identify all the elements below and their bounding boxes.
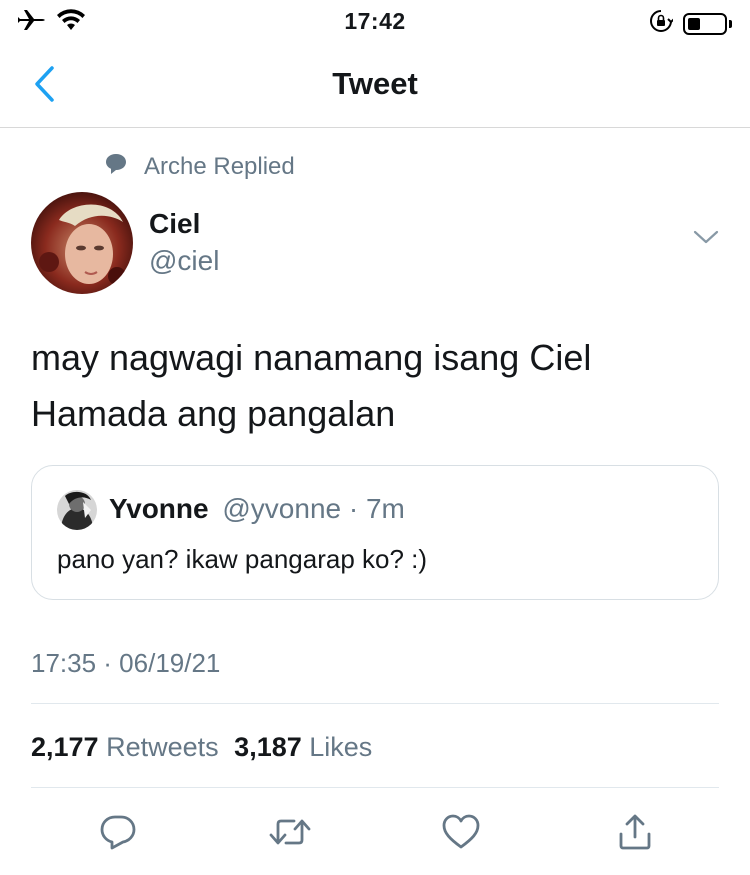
tweet-timestamp: 17:35 · 06/19/21 (31, 648, 221, 678)
tweet-text: may nagwagi nanamang isang Ciel Hamada a… (31, 330, 721, 442)
retweets-count: 2,177 (31, 732, 99, 762)
share-icon (619, 814, 651, 850)
quoted-header: Yvonne @yvonne · 7m (109, 493, 405, 525)
like-button[interactable] (439, 810, 483, 854)
author-name[interactable]: Ciel (149, 208, 200, 240)
quoted-avatar (57, 490, 97, 530)
avatar[interactable] (31, 192, 133, 294)
divider (31, 787, 719, 788)
author-handle[interactable]: @ciel (149, 245, 219, 277)
tweet-text-line: may nagwagi nanamang isang Ciel (31, 337, 592, 378)
status-bar: 17:42 (0, 0, 750, 44)
likes-stat[interactable]: 3,187 Likes (234, 732, 372, 762)
quoted-separator: · (341, 493, 366, 524)
engagement-stats: 2,177 Retweets 3,187 Likes (31, 732, 372, 763)
quoted-tweet-card[interactable]: Yvonne @yvonne · 7m pano yan? ikaw panga… (31, 465, 719, 600)
battery-icon (683, 12, 727, 35)
retweets-label: Retweets (106, 732, 219, 762)
replied-label: Arche Replied (144, 152, 295, 180)
speech-bubble-icon (104, 152, 128, 181)
status-right (649, 9, 732, 38)
share-button[interactable] (613, 810, 657, 854)
likes-count: 3,187 (234, 732, 302, 762)
divider (31, 703, 719, 704)
battery-level (688, 17, 700, 30)
quoted-author-name: Yvonne (109, 493, 209, 524)
tweet-text-line: Hamada ang pangalan (31, 393, 396, 434)
reply-button[interactable] (96, 810, 140, 854)
retweet-icon (269, 819, 311, 845)
quoted-time: 7m (365, 493, 405, 524)
likes-label: Likes (309, 732, 373, 762)
orientation-lock-icon (649, 9, 675, 38)
more-options-button[interactable] (692, 228, 720, 251)
quoted-tweet-text: pano yan? ikaw pangarap ko? :) (57, 544, 428, 574)
retweet-button[interactable] (268, 810, 312, 854)
clock-time: 17:42 (344, 8, 406, 34)
quoted-author-handle: @yvonne (222, 493, 342, 524)
social-context: Arche Replied (104, 152, 295, 181)
retweets-stat[interactable]: 2,177 Retweets (31, 732, 226, 762)
page-title: Tweet (332, 66, 418, 101)
reply-icon (100, 815, 136, 850)
chevron-down-icon (693, 230, 719, 244)
nav-bar: Tweet (0, 44, 750, 128)
battery-tip (729, 19, 732, 28)
heart-icon (442, 814, 480, 849)
